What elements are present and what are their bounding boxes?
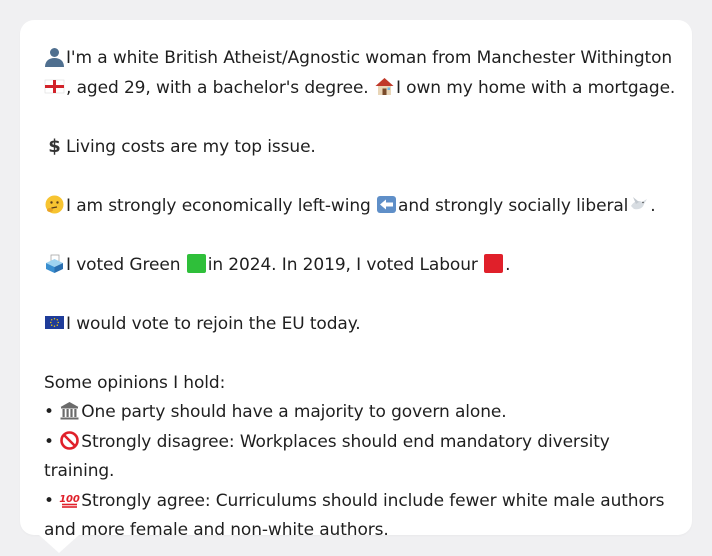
bullet: • — [44, 490, 54, 511]
opinion-item: • 100 Strongly agree: Curriculums should… — [44, 487, 684, 546]
opinion-item: • One party should have a majority to go… — [44, 398, 684, 428]
opinion-text: Strongly agree: Curriculums should inclu… — [44, 490, 665, 541]
eu-text: I would vote to rejoin the EU today. — [66, 313, 361, 334]
eu-flag-icon — [44, 312, 65, 333]
intro-text: I'm a white British Atheist/Agnostic wom… — [66, 48, 673, 68]
prohibited-icon — [59, 430, 80, 451]
ideology-period: . — [650, 195, 656, 216]
eu-paragraph: I would vote to rejoin the EU today. — [44, 310, 684, 340]
opinion-item: • Strongly disagree: Workplaces should e… — [44, 428, 684, 487]
persona-description: I'm a white British Atheist/Agnostic wom… — [44, 44, 684, 546]
left-arrow-icon — [376, 194, 397, 215]
green-square-icon — [186, 253, 207, 274]
opinions-heading: Some opinions I hold: — [44, 372, 226, 393]
home-ownership-text: I own my home with a mortgage. — [395, 77, 676, 98]
svg-text:100: 100 — [59, 494, 80, 505]
social-ideology-text: and strongly socially liberal — [398, 195, 629, 216]
thinking-face-icon — [44, 194, 65, 215]
bullet: • — [44, 431, 54, 452]
vote-period: . — [505, 254, 511, 275]
classical-building-icon — [59, 400, 80, 421]
dove-icon — [628, 194, 649, 215]
top-issue-text: Living costs are my top issue. — [66, 136, 316, 157]
top-issue-paragraph: $ Living costs are my top issue. — [44, 133, 684, 163]
england-flag-icon — [44, 76, 65, 97]
person-silhouette-icon — [44, 46, 65, 67]
age-education-text: , aged 29, with a bachelor's degree. — [66, 77, 369, 98]
hundred-points-icon: 100 — [59, 489, 80, 510]
vote-2024-text: I voted Green — [66, 254, 181, 275]
ideology-paragraph: I am strongly economically left-wing and… — [44, 192, 684, 222]
svg-text:$: $ — [48, 136, 60, 156]
red-square-icon — [483, 253, 504, 274]
economic-ideology-text: I am strongly economically left-wing — [66, 195, 371, 216]
ballot-box-icon — [44, 253, 65, 274]
bullet: • — [44, 402, 54, 422]
opinion-text: Strongly disagree: Workplaces should end… — [44, 431, 610, 482]
voting-paragraph: I voted Green in 2024. In 2019, I voted … — [44, 251, 684, 281]
intro-paragraph: I'm a white British Atheist/Agnostic wom… — [44, 44, 684, 103]
house-icon — [374, 76, 395, 97]
opinion-text: One party should have a majority to gove… — [81, 402, 507, 422]
dollar-sign-icon: $ — [44, 135, 65, 156]
vote-2019-text: in 2024. In 2019, I voted Labour — [207, 254, 478, 275]
